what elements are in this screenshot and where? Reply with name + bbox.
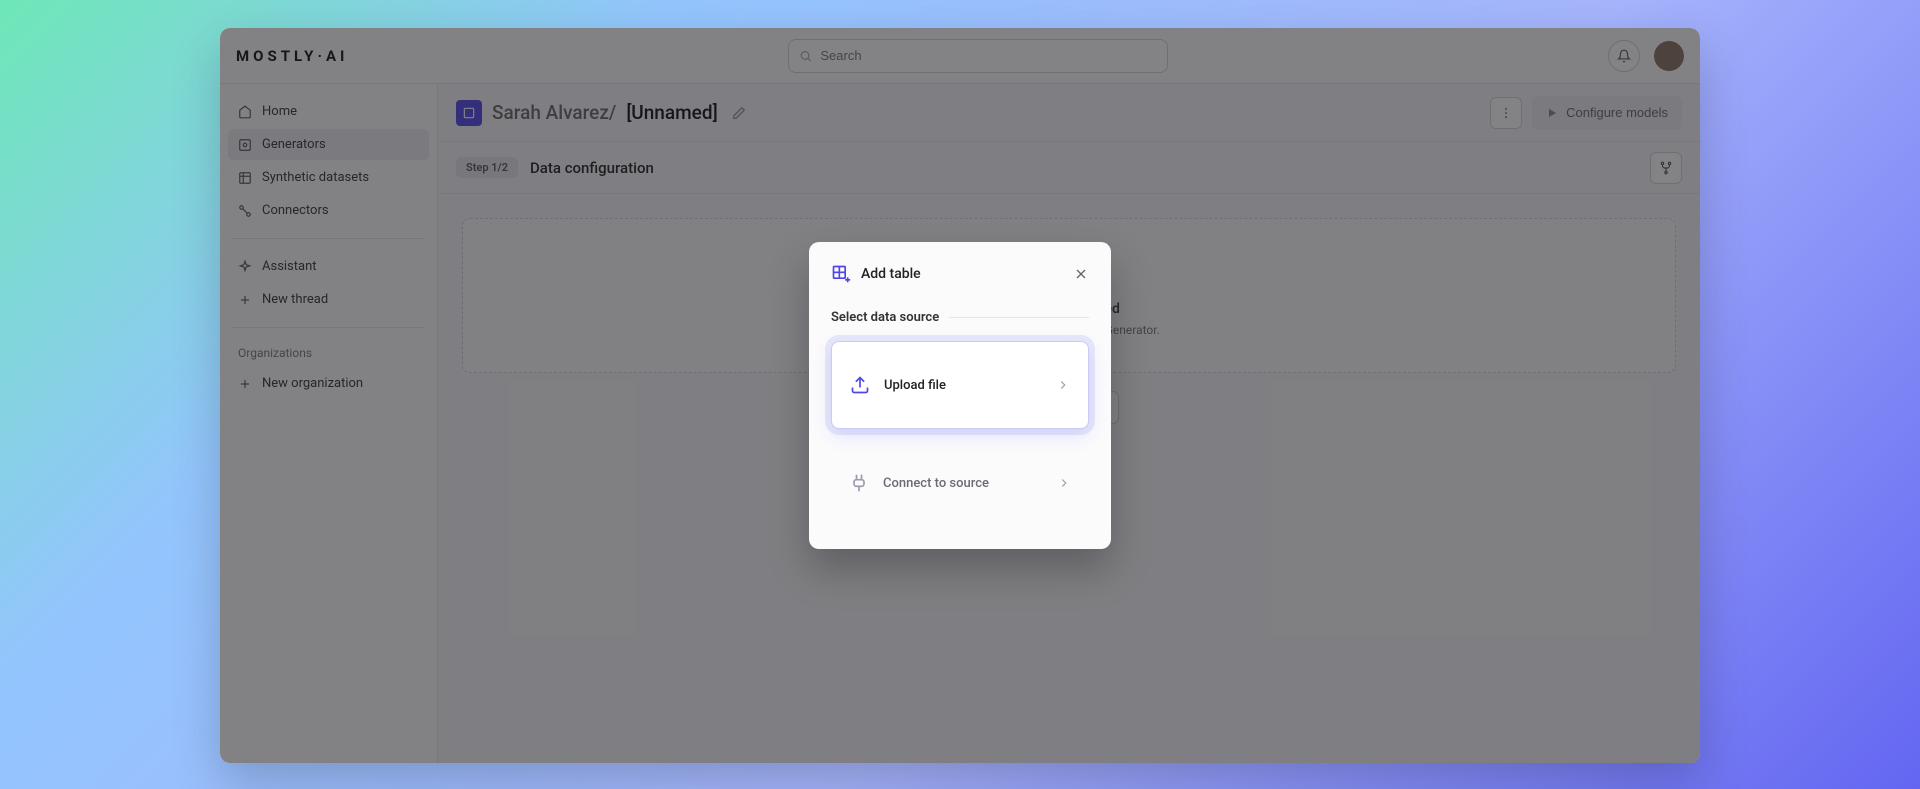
- app-window: MOSTLY·AI Home Generators: [220, 28, 1700, 763]
- modal-close-button[interactable]: [1073, 266, 1089, 282]
- add-table-modal: Add table Select data source Upload file: [809, 242, 1111, 549]
- upload-file-option[interactable]: Upload file: [831, 341, 1089, 429]
- modal-overlay[interactable]: Add table Select data source Upload file: [220, 28, 1700, 763]
- option-label: Upload file: [884, 378, 946, 393]
- plug-icon: [849, 473, 869, 493]
- connect-source-option[interactable]: Connect to source: [831, 439, 1089, 527]
- modal-section-title: Select data source: [831, 310, 1089, 325]
- chevron-right-icon: [1056, 378, 1070, 392]
- upload-icon: [850, 375, 870, 395]
- table-plus-icon: [831, 264, 851, 284]
- close-icon: [1073, 266, 1089, 282]
- option-label: Connect to source: [883, 476, 989, 491]
- modal-title: Add table: [861, 266, 1063, 282]
- chevron-right-icon: [1057, 476, 1071, 490]
